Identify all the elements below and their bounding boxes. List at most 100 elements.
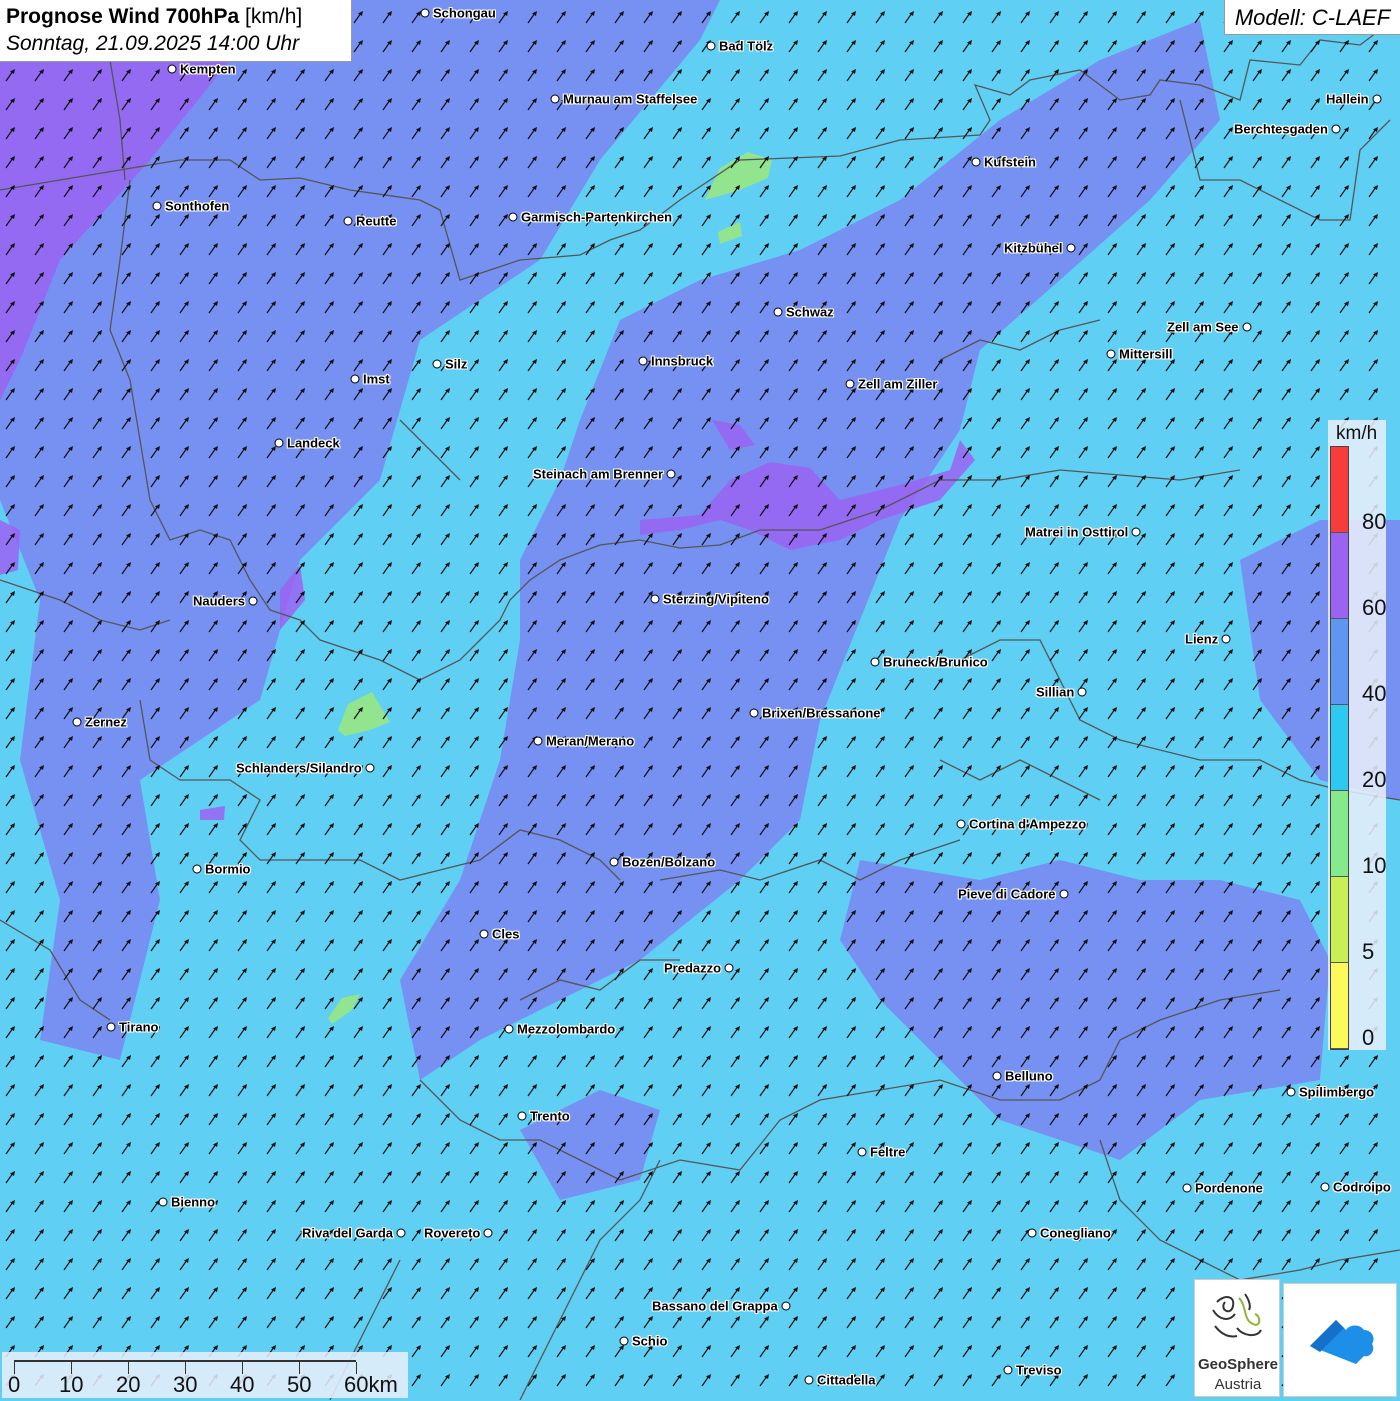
- city-label: Riva del Garda: [302, 1225, 394, 1241]
- city-label: Steinach am Brenner: [533, 466, 664, 482]
- city-label: Cittadella: [817, 1372, 876, 1388]
- city-dot: [504, 1024, 514, 1034]
- city-dot: [432, 359, 442, 369]
- city-label: Schwaz: [786, 304, 834, 320]
- city-dot: [992, 1071, 1002, 1081]
- city-dot: [857, 1147, 867, 1157]
- city-dot: [1331, 124, 1341, 134]
- geosphere-text: GeoSphere: [1197, 1356, 1279, 1373]
- city-dot: [1027, 1228, 1037, 1238]
- cloud-arrow-icon: [1310, 1320, 1374, 1364]
- city-label: Garmisch-Partenkirchen: [521, 209, 673, 225]
- legend-swatch: [1331, 791, 1348, 877]
- legend-swatch: [1331, 963, 1348, 1049]
- city-dot: [1066, 243, 1076, 253]
- city-dot: [72, 717, 82, 727]
- city-label: Bassano del Grappa: [652, 1298, 778, 1314]
- city-dot: [804, 1375, 814, 1385]
- city-dot: [609, 857, 619, 867]
- cloud-logo: [1283, 1283, 1397, 1397]
- city-label: Meran/Merano: [546, 733, 635, 749]
- title-text: Prognose Wind 700hPa: [6, 5, 240, 28]
- city-label: Bormio: [205, 861, 251, 877]
- city-label: Sillian: [1036, 684, 1075, 700]
- city-label: Nauders: [193, 593, 246, 609]
- city-dot: [845, 379, 855, 389]
- city-label: Zell am Ziller: [858, 376, 938, 392]
- city-dot: [971, 157, 981, 167]
- city-dot: [773, 307, 783, 317]
- city-label: Feltre: [870, 1144, 906, 1160]
- city-dot: [365, 763, 375, 773]
- city-label: Imst: [363, 371, 390, 387]
- city-label: Mittersill: [1119, 346, 1173, 362]
- city-dot: [1059, 889, 1069, 899]
- legend-swatch: [1331, 533, 1348, 619]
- city-label: Innsbruck: [651, 353, 714, 369]
- forecast-date: Sonntag, 21.09.2025 14:00 Uhr: [6, 32, 300, 55]
- scale-label: 50: [287, 1372, 312, 1397]
- city-label: Bad Tölz: [719, 38, 774, 54]
- city-label: Zernez: [85, 714, 127, 730]
- city-dot: [192, 864, 202, 874]
- city-dot: [650, 594, 660, 604]
- city-label: Spilimbergo: [1299, 1084, 1375, 1100]
- legend-swatch: [1331, 877, 1348, 963]
- city-dot: [956, 819, 966, 829]
- legend-label: 10: [1362, 852, 1387, 878]
- city-dot: [152, 201, 162, 211]
- city-label: Bozen/Bolzano: [622, 854, 716, 870]
- city-label: Kitzbühel: [1004, 240, 1063, 256]
- city-dot: [343, 216, 353, 226]
- legend-label: 20: [1362, 766, 1387, 792]
- title-unit: [km/h]: [245, 5, 303, 28]
- scale-label: 0: [8, 1372, 21, 1397]
- city-label: Kempten: [180, 61, 236, 77]
- city-label: Berchtesgaden: [1234, 121, 1328, 137]
- legend-label: 5: [1362, 938, 1375, 964]
- city-dot: [1221, 634, 1231, 644]
- legend-label: 60: [1362, 594, 1387, 620]
- city-dot: [550, 94, 560, 104]
- legend-swatch: [1331, 705, 1348, 791]
- scale-label: 10: [59, 1372, 84, 1397]
- city-dot: [517, 1111, 527, 1121]
- city-label: Sonthofen: [165, 198, 230, 214]
- city-label: Belluno: [1005, 1068, 1053, 1084]
- scale-label: 40: [230, 1372, 255, 1397]
- city-label: Silz: [445, 356, 468, 372]
- city-dot: [781, 1301, 791, 1311]
- austria-text: Austria: [1214, 1376, 1262, 1393]
- city-label: Tirano: [119, 1019, 159, 1035]
- color-legend: km/h 80 60 40 20 10 5 0: [1328, 420, 1386, 1050]
- city-label: Predazzo: [664, 960, 722, 976]
- city-label: Zell am See: [1167, 319, 1239, 335]
- city-dot: [1242, 322, 1252, 332]
- city-dot: [158, 1197, 168, 1207]
- city-dot: [724, 963, 734, 973]
- city-label: Schongau: [433, 5, 496, 21]
- city-dot: [396, 1228, 406, 1238]
- city-label: Brixen/Bressanone: [762, 705, 881, 721]
- city-dot: [706, 41, 716, 51]
- city-label: Pordenone: [1195, 1180, 1263, 1196]
- geosphere-logo: GeoSphere Austria: [1194, 1279, 1280, 1397]
- city-dot: [274, 438, 284, 448]
- scale-label: 60km: [344, 1372, 398, 1397]
- city-label: Conegliano: [1040, 1225, 1111, 1241]
- city-label: Rovereto: [424, 1225, 481, 1241]
- city-dot: [248, 596, 258, 606]
- city-label: Pieve di Cadore: [958, 886, 1056, 902]
- scale-bar: 0 10 20 30 40 50 60km: [2, 1352, 408, 1398]
- city-dot: [1131, 527, 1141, 537]
- city-label: Bienno: [171, 1194, 216, 1210]
- city-dot: [533, 736, 543, 746]
- title-box: Prognose Wind 700hPa [km/h] Sonntag, 21.…: [0, 0, 352, 62]
- city-dot: [619, 1336, 629, 1346]
- city-label: Mezzolombardo: [517, 1021, 616, 1037]
- city-label: Landeck: [287, 435, 340, 451]
- city-dot: [479, 929, 489, 939]
- legend-bar: [1330, 446, 1349, 1050]
- city-dot: [749, 708, 759, 718]
- scale-label: 20: [116, 1372, 141, 1397]
